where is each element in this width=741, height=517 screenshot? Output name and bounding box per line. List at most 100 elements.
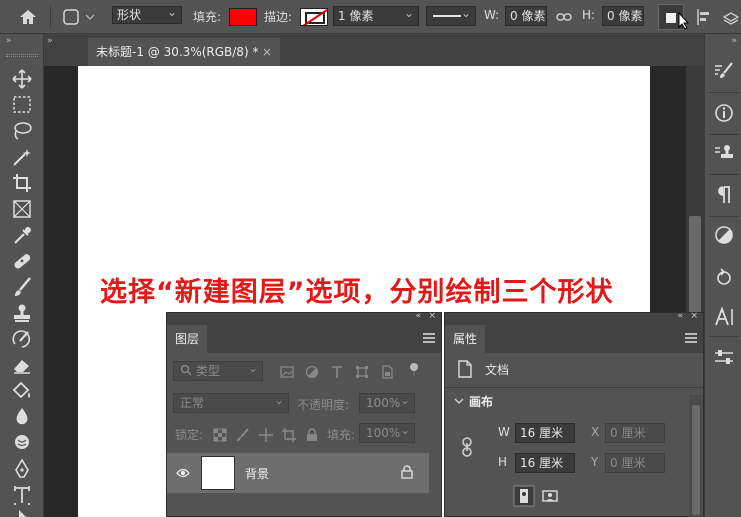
layer-thumbnail bbox=[201, 456, 235, 490]
libraries-icon[interactable] bbox=[712, 266, 736, 288]
fill-color-swatch[interactable] bbox=[229, 8, 257, 26]
home-icon[interactable] bbox=[18, 8, 38, 26]
properties-panel-menu-icon[interactable] bbox=[685, 333, 697, 343]
lock-transparent-pixels-icon[interactable] bbox=[213, 428, 227, 442]
scrollbar-thumb[interactable] bbox=[692, 405, 700, 515]
layers-panel-menu-icon[interactable] bbox=[423, 333, 435, 343]
canvas-x-field[interactable]: 0 厘米 bbox=[605, 423, 665, 443]
type-tool-icon[interactable] bbox=[10, 484, 34, 506]
chevron-down-icon[interactable] bbox=[453, 395, 465, 407]
landscape-orientation-icon[interactable] bbox=[539, 485, 561, 507]
brush-tool-icon[interactable] bbox=[10, 276, 34, 298]
tab-properties[interactable]: 属性 bbox=[445, 325, 485, 353]
filter-pixel-icon[interactable] bbox=[280, 365, 294, 379]
opacity-label: 不透明度: bbox=[297, 398, 350, 412]
close-tab-icon[interactable]: × bbox=[262, 38, 272, 66]
separator bbox=[709, 216, 739, 217]
clone-source-icon[interactable] bbox=[712, 142, 736, 164]
filter-smart-object-icon[interactable] bbox=[380, 365, 394, 379]
no-color-icon bbox=[302, 9, 327, 25]
blur-tool-icon[interactable] bbox=[10, 406, 34, 428]
canvas-height-field[interactable]: 16 厘米 bbox=[515, 453, 575, 473]
fill-field[interactable]: 100% bbox=[359, 421, 415, 443]
blend-opacity-row: 正常 不透明度: 100% bbox=[167, 391, 441, 417]
properties-scrollbar[interactable] bbox=[689, 395, 703, 517]
document-tab[interactable]: 未标题-1 @ 30.3%(RGB/8) * × bbox=[88, 38, 280, 66]
eraser-tool-icon[interactable] bbox=[10, 354, 34, 376]
separator bbox=[445, 387, 703, 388]
document-icon bbox=[458, 360, 472, 378]
lock-all-icon[interactable] bbox=[305, 428, 319, 442]
collapsed-panels-strip: » bbox=[704, 34, 741, 517]
document-tab-title: 未标题-1 @ 30.3%(RGB/8) * bbox=[96, 45, 259, 59]
canvas-y-field[interactable]: 0 厘米 bbox=[605, 453, 665, 473]
tab-layers[interactable]: 图层 bbox=[167, 325, 207, 353]
pen-tool-icon[interactable] bbox=[10, 458, 34, 480]
crop-tool-icon[interactable] bbox=[10, 172, 34, 194]
layers-panel-collapse-button[interactable]: « bbox=[415, 311, 421, 321]
path-alignment-icon[interactable] bbox=[696, 8, 712, 26]
lasso-tool-icon[interactable] bbox=[10, 120, 34, 142]
portrait-orientation-icon[interactable] bbox=[513, 485, 535, 507]
layer-filter-select[interactable]: 类型 bbox=[173, 359, 263, 381]
shape-tool-preset-icon[interactable] bbox=[62, 8, 98, 26]
dodge-tool-icon[interactable] bbox=[10, 432, 34, 454]
toolbar-collapse-button[interactable]: » bbox=[6, 36, 12, 46]
brush-settings-icon[interactable] bbox=[712, 60, 736, 82]
info-icon[interactable] bbox=[712, 102, 736, 124]
layers-panel-close-button[interactable]: × bbox=[428, 311, 436, 321]
link-icon[interactable] bbox=[556, 9, 572, 25]
path-selection-tool-icon[interactable] bbox=[10, 508, 34, 517]
opacity-value: 100% bbox=[366, 396, 401, 410]
magic-wand-tool-icon[interactable] bbox=[10, 146, 34, 168]
link-dimensions-icon[interactable] bbox=[461, 437, 473, 457]
path-arrangement-icon[interactable] bbox=[722, 8, 741, 26]
width-label: W: bbox=[484, 8, 500, 22]
eye-icon[interactable] bbox=[176, 466, 190, 480]
lock-image-pixels-icon[interactable] bbox=[236, 428, 250, 442]
healing-brush-tool-icon[interactable] bbox=[10, 250, 34, 272]
stroke-color-swatch[interactable] bbox=[300, 8, 328, 26]
move-tool-icon[interactable] bbox=[10, 68, 34, 90]
paragraph-icon[interactable] bbox=[712, 184, 736, 206]
blend-mode-select[interactable]: 正常 bbox=[173, 391, 289, 413]
fill-label: 填充: bbox=[193, 10, 222, 24]
properties-panel-header: « × bbox=[445, 311, 703, 325]
tool-mode-select[interactable]: 形状 bbox=[112, 4, 182, 24]
paint-bucket-tool-icon[interactable] bbox=[10, 380, 34, 402]
canvas-width-label: W bbox=[498, 425, 510, 439]
sliders-icon[interactable] bbox=[712, 346, 736, 368]
layer-row-background[interactable]: 背景 bbox=[167, 453, 429, 493]
lock-artboard-icon[interactable] bbox=[282, 428, 296, 442]
separator bbox=[709, 92, 739, 93]
properties-panel-collapse-button[interactable]: « bbox=[677, 311, 683, 321]
marquee-tool-icon[interactable] bbox=[10, 94, 34, 116]
canvas-section-title: 画布 bbox=[469, 395, 494, 409]
character-icon[interactable] bbox=[712, 306, 736, 328]
width-field[interactable]: 0 像素 bbox=[505, 6, 547, 26]
properties-panel-close-button[interactable]: × bbox=[690, 311, 698, 321]
stroke-type-select[interactable] bbox=[426, 4, 476, 26]
height-field[interactable]: 0 像素 bbox=[602, 6, 644, 26]
opacity-field[interactable]: 100% bbox=[359, 391, 415, 413]
eyedropper-tool-icon[interactable] bbox=[10, 224, 34, 246]
lock-position-icon[interactable] bbox=[259, 428, 273, 442]
canvas-width-field[interactable]: 16 厘米 bbox=[515, 423, 575, 443]
panels-collapse-button[interactable]: » bbox=[731, 36, 737, 46]
filter-type-icon[interactable] bbox=[330, 365, 344, 379]
stroke-label: 描边: bbox=[264, 10, 293, 24]
blend-mode-value: 正常 bbox=[180, 396, 205, 410]
stroke-width-field[interactable]: 1 像素 bbox=[333, 4, 419, 26]
filter-adjustment-icon[interactable] bbox=[305, 365, 319, 379]
clone-stamp-tool-icon[interactable] bbox=[10, 302, 34, 324]
tabs-collapse-button[interactable]: » bbox=[47, 36, 53, 46]
toolbar-grip[interactable] bbox=[6, 54, 38, 57]
height-label: H: bbox=[582, 8, 596, 22]
adjustments-icon[interactable] bbox=[712, 224, 736, 246]
frame-tool-icon[interactable] bbox=[10, 198, 34, 220]
history-brush-tool-icon[interactable] bbox=[10, 328, 34, 350]
lock-icon[interactable] bbox=[401, 465, 413, 479]
filter-shape-icon[interactable] bbox=[355, 365, 369, 379]
layers-panel-header: « × bbox=[167, 311, 441, 325]
filter-toggle-icon[interactable] bbox=[407, 362, 421, 376]
